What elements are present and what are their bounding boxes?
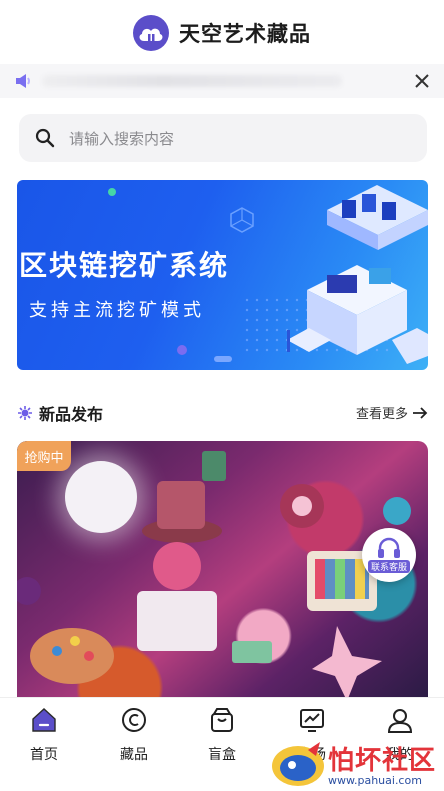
search-input[interactable]: 请输入搜索内容: [19, 114, 427, 162]
watermark-url: www.pahuai.com: [328, 774, 422, 787]
arrow-right-icon: [413, 406, 428, 419]
search-placeholder: 请输入搜索内容: [69, 129, 175, 148]
customer-service-button[interactable]: 联系客服: [362, 528, 416, 582]
app-title: 天空艺术藏品: [179, 22, 311, 46]
home-icon: [32, 708, 56, 732]
banner-title: 区块链挖矿系统: [19, 249, 230, 282]
close-icon[interactable]: [412, 71, 432, 91]
banner-pager: [214, 356, 232, 362]
copyright-icon: [122, 708, 146, 732]
search-icon: [35, 128, 55, 148]
view-more-label: 查看更多: [355, 407, 408, 422]
promo-banner[interactable]: 区块链挖矿系统 支持主流挖矿模式: [17, 180, 428, 370]
status-badge: 抢购中: [17, 441, 71, 471]
tab-collections[interactable]: 藏品: [104, 706, 164, 764]
banner-subtitle: 支持主流挖矿模式: [29, 300, 205, 321]
section-header: 新品发布 查看更多: [17, 398, 428, 428]
notice-text: [42, 75, 342, 87]
box-icon: [211, 708, 233, 732]
tab-home[interactable]: 首页: [14, 706, 74, 764]
chart-icon: [300, 709, 324, 732]
tab-blind-box[interactable]: 盲盒: [192, 706, 252, 764]
user-icon: [387, 709, 413, 733]
app-page: 天空艺术藏品 请输入搜索内容 区块链挖矿系统 支持主流挖矿模式 新品发布 查看更…: [0, 0, 444, 791]
section-title: 新品发布: [39, 405, 104, 424]
watermark-logo-icon: [272, 742, 324, 786]
app-header: 天空艺术藏品: [0, 0, 444, 66]
speaker-icon: [16, 74, 30, 88]
tab-blind-box-label: 盲盒: [208, 747, 236, 763]
watermark-text: 怕坏社区: [328, 746, 437, 776]
spark-icon: [18, 406, 32, 420]
view-more-link[interactable]: 查看更多: [356, 403, 428, 422]
tab-collections-label: 藏品: [120, 747, 148, 763]
notice-bar[interactable]: [0, 64, 444, 98]
cloud-icon: [139, 28, 163, 41]
tab-home-label: 首页: [30, 747, 58, 763]
customer-service-label: 联系客服: [367, 560, 410, 573]
app-logo: [133, 15, 169, 51]
headphones-icon: [378, 537, 400, 558]
watermark: 怕坏社区 www.pahuai.com: [268, 736, 444, 791]
